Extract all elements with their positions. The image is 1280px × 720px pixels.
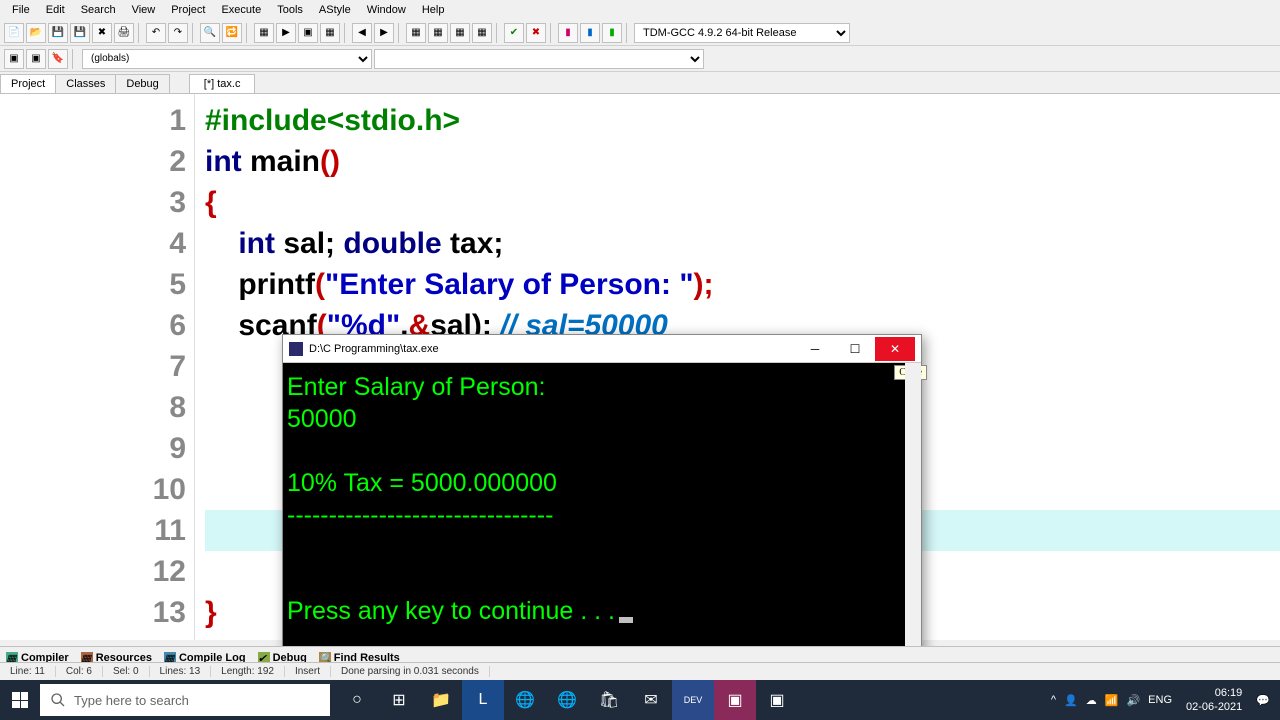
close-icon[interactable]: ✖ — [92, 23, 112, 43]
menu-help[interactable]: Help — [414, 2, 453, 18]
status-msg: Done parsing in 0.031 seconds — [331, 666, 490, 677]
menu-window[interactable]: Window — [359, 2, 414, 18]
grid3-icon[interactable]: ▦ — [450, 23, 470, 43]
wifi-icon[interactable]: 📶 — [1105, 694, 1119, 707]
save-icon[interactable]: 💾 — [48, 23, 68, 43]
grid2-icon[interactable]: ▦ — [428, 23, 448, 43]
menu-edit[interactable]: Edit — [38, 2, 73, 18]
menu-astyle[interactable]: AStyle — [311, 2, 359, 18]
line-gutter: 12345678910111213 — [0, 94, 195, 640]
explorer-icon[interactable]: 📁 — [420, 680, 462, 720]
console-output[interactable]: Enter Salary of Person: 50000 10% Tax = … — [283, 363, 921, 635]
file-tab[interactable]: [*] tax.c — [189, 74, 256, 93]
menu-execute[interactable]: Execute — [213, 2, 269, 18]
functions-select[interactable] — [374, 49, 704, 69]
app2-icon[interactable]: ▣ — [714, 680, 756, 720]
chart3-icon[interactable]: ▮ — [602, 23, 622, 43]
status-col: Col: 6 — [56, 666, 103, 677]
redo-icon[interactable]: ↷ — [168, 23, 188, 43]
console-icon — [289, 342, 303, 356]
grid4-icon[interactable]: ▦ — [472, 23, 492, 43]
toolbar-nav: ▣ ▣ 🔖 (globals) — [0, 46, 1280, 72]
status-lines: Lines: 13 — [150, 666, 212, 677]
devcpp-icon[interactable]: DEV — [672, 680, 714, 720]
people-icon[interactable]: 👤 — [1064, 694, 1078, 707]
console-title-text: D:\C Programming\tax.exe — [309, 343, 439, 355]
volume-icon[interactable]: 🔊 — [1126, 694, 1140, 707]
chrome-icon[interactable]: 🌐 — [504, 680, 546, 720]
taskbar-search[interactable]: Type here to search — [40, 684, 330, 716]
onedrive-icon[interactable]: ☁ — [1086, 694, 1097, 707]
menu-bar: File Edit Search View Project Execute To… — [0, 0, 1280, 20]
status-sel: Sel: 0 — [103, 666, 150, 677]
run-icon[interactable]: ▶ — [276, 23, 296, 43]
taskview-icon[interactable]: ⊞ — [378, 680, 420, 720]
compile-icon[interactable]: ▦ — [254, 23, 274, 43]
console-titlebar[interactable]: D:\C Programming\tax.exe ─ ☐ ✕ — [283, 335, 921, 363]
close-button[interactable]: ✕ — [875, 337, 915, 361]
fwd-icon[interactable]: ▶ — [374, 23, 394, 43]
tab-classes[interactable]: Classes — [55, 74, 116, 93]
menu-project[interactable]: Project — [163, 2, 213, 18]
menu-tools[interactable]: Tools — [269, 2, 311, 18]
system-tray: ^ 👤 ☁ 📶 🔊 ENG 06:19 02-06-2021 💬 — [1041, 686, 1280, 714]
status-length: Length: 192 — [211, 666, 285, 677]
status-bar: Line: 11 Col: 6 Sel: 0 Lines: 13 Length:… — [0, 662, 1280, 680]
open-icon[interactable]: 📂 — [26, 23, 46, 43]
console-task-icon[interactable]: ▣ — [756, 680, 798, 720]
mail-icon[interactable]: ✉ — [630, 680, 672, 720]
tray-up-icon[interactable]: ^ — [1051, 694, 1056, 706]
globals-select[interactable]: (globals) — [82, 49, 372, 69]
chart1-icon[interactable]: ▮ — [558, 23, 578, 43]
task-icons: ○ ⊞ 📁 L 🌐 🌐 🛍 ✉ DEV ▣ ▣ — [336, 680, 798, 720]
notifications-icon[interactable]: 💬 — [1256, 694, 1270, 707]
goto1-icon[interactable]: ▣ — [4, 49, 24, 69]
tab-project[interactable]: Project — [0, 74, 56, 93]
status-mode: Insert — [285, 666, 331, 677]
menu-file[interactable]: File — [4, 2, 38, 18]
search-icon — [50, 692, 66, 708]
windows-taskbar: Type here to search ○ ⊞ 📁 L 🌐 🌐 🛍 ✉ DEV … — [0, 680, 1280, 720]
bookmark-icon[interactable]: 🔖 — [48, 49, 68, 69]
rebuild-icon[interactable]: ▦ — [320, 23, 340, 43]
status-line: Line: 11 — [0, 666, 56, 677]
replace-icon[interactable]: 🔁 — [222, 23, 242, 43]
maximize-button[interactable]: ☐ — [835, 337, 875, 361]
goto2-icon[interactable]: ▣ — [26, 49, 46, 69]
edge-icon[interactable]: 🌐 — [546, 680, 588, 720]
app1-icon[interactable]: L — [462, 680, 504, 720]
windows-logo-icon — [12, 692, 28, 708]
toolbar-main: 📄 📂 💾 💾 ✖ 🖨 ↶ ↷ 🔍 🔁 ▦ ▶ ▣ ▦ ◀ ▶ ▦ ▦ ▦ ▦ … — [0, 20, 1280, 46]
saveall-icon[interactable]: 💾 — [70, 23, 90, 43]
minimize-button[interactable]: ─ — [795, 337, 835, 361]
menu-search[interactable]: Search — [73, 2, 124, 18]
find-icon[interactable]: 🔍 — [200, 23, 220, 43]
undo-icon[interactable]: ↶ — [146, 23, 166, 43]
menu-view[interactable]: View — [124, 2, 164, 18]
compiler-select[interactable]: TDM-GCC 4.9.2 64-bit Release — [634, 23, 850, 43]
back-icon[interactable]: ◀ — [352, 23, 372, 43]
print-icon[interactable]: 🖨 — [114, 23, 134, 43]
lang-indicator[interactable]: ENG — [1148, 694, 1172, 706]
debug-icon[interactable]: ✔ — [504, 23, 524, 43]
console-window: D:\C Programming\tax.exe ─ ☐ ✕ Close Ent… — [282, 334, 922, 664]
search-placeholder: Type here to search — [74, 693, 189, 708]
chart2-icon[interactable]: ▮ — [580, 23, 600, 43]
grid1-icon[interactable]: ▦ — [406, 23, 426, 43]
start-button[interactable] — [0, 680, 40, 720]
tab-row: Project Classes Debug [*] tax.c — [0, 72, 1280, 94]
taskbar-clock[interactable]: 06:19 02-06-2021 — [1180, 686, 1248, 714]
stop-icon[interactable]: ✖ — [526, 23, 546, 43]
new-icon[interactable]: 📄 — [4, 23, 24, 43]
console-scrollbar[interactable] — [905, 363, 921, 663]
cortana-icon[interactable]: ○ — [336, 680, 378, 720]
tab-debug[interactable]: Debug — [115, 74, 169, 93]
store-icon[interactable]: 🛍 — [588, 680, 630, 720]
compilerun-icon[interactable]: ▣ — [298, 23, 318, 43]
